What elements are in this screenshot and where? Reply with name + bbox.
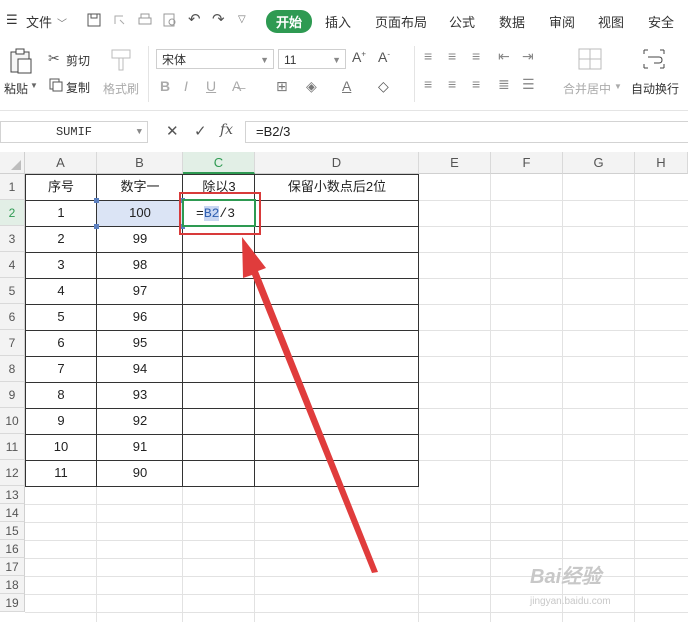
watermark-url: jingyan.baidu.com [530, 596, 611, 607]
watermark-logo: Bai经验 [530, 566, 602, 588]
annotation-arrow [242, 237, 378, 573]
